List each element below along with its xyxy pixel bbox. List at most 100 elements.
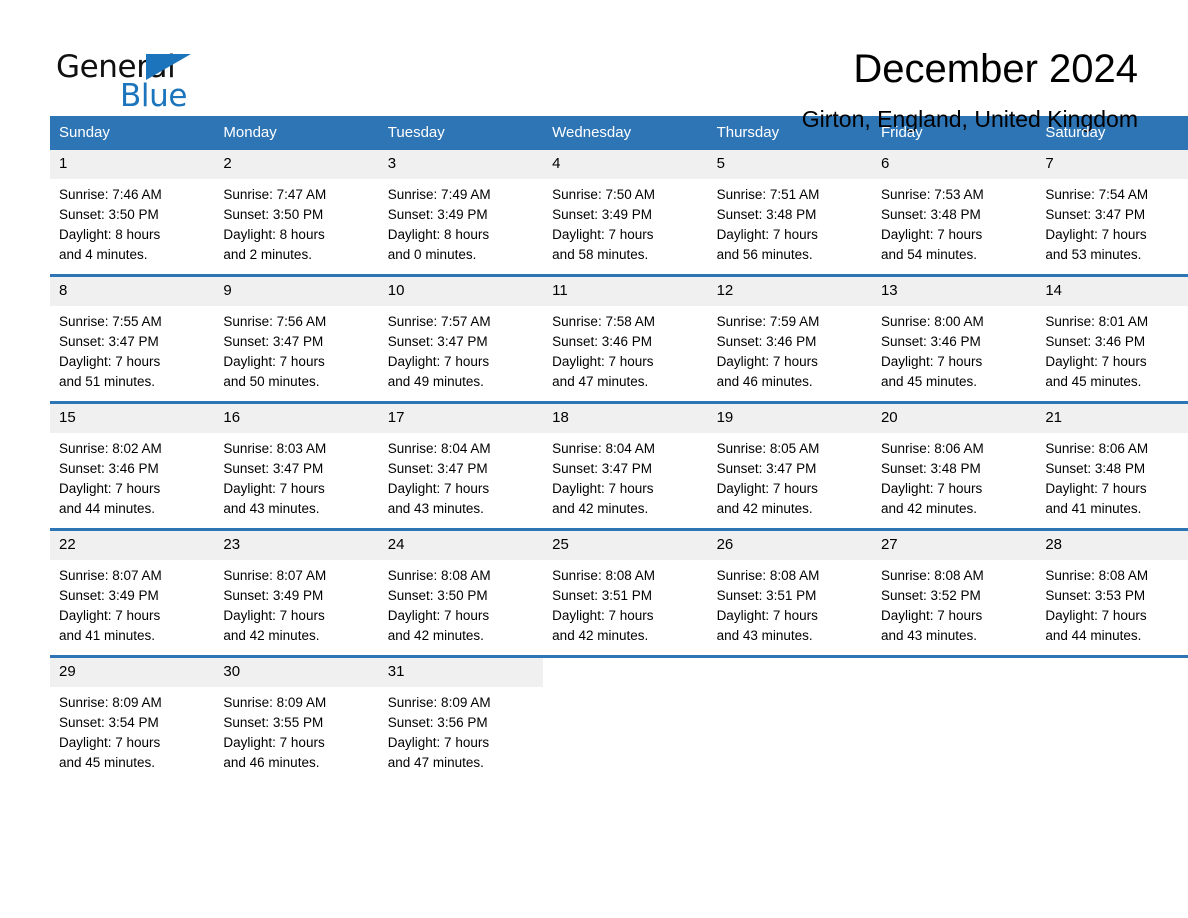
daylight-text-line1: Daylight: 7 hours — [387, 608, 490, 623]
sunrise-text: Sunrise: 7:49 AM — [387, 187, 491, 202]
sunset-text: Sunset: 3:46 PM — [880, 334, 981, 349]
calendar-day-cell[interactable]: 25 Sunrise: 8:08 AM Sunset: 3:51 PM Dayligh… — [543, 528, 708, 657]
sunset-text: Sunset: 3:49 PM — [59, 588, 159, 603]
sunset-text: Sunset: 3:54 PM — [59, 715, 159, 730]
calendar-day-cell[interactable]: 21 Sunrise: 8:06 AM Sunset: 3:48 PM Dayligh… — [1036, 401, 1188, 530]
daylight-text-line2: and 54 minutes. — [880, 247, 978, 262]
page-title: December 2024 — [853, 47, 1138, 91]
calendar-day-cell[interactable]: 14 Sunrise: 8:01 AM Sunset: 3:46 PM Dayligh… — [1036, 274, 1188, 403]
calendar-day-cell[interactable]: 5 Sunrise: 7:51 AM Sunset: 3:48 PM Daylight… — [707, 150, 872, 276]
daylight-text-line2: and 45 minutes. — [1045, 374, 1142, 389]
calendar-day-cell[interactable]: 3 Sunrise: 7:49 AM Sunset: 3:49 PM Daylight… — [378, 150, 544, 276]
daylight-text-line1: Daylight: 7 hours — [552, 354, 654, 369]
day-number: 21 — [1036, 404, 1188, 433]
daylight-text-line1: Daylight: 7 hours — [552, 608, 654, 623]
calendar-day-cell[interactable]: 28 Sunrise: 8:08 AM Sunset: 3:53 PM Dayligh… — [1036, 528, 1188, 657]
day-number: 3 — [378, 150, 544, 179]
sunset-text: Sunset: 3:55 PM — [223, 715, 324, 730]
calendar-day-cell[interactable]: 18 Sunrise: 8:04 AM Sunset: 3:47 PM Dayligh… — [543, 401, 708, 530]
calendar-day-cell[interactable]: 17 Sunrise: 8:04 AM Sunset: 3:47 PM Dayligh… — [378, 401, 544, 530]
day-info: Sunrise: 7:46 AM Sunset: 3:50 PM Daylight:… — [50, 179, 214, 265]
daylight-text-line2: and 43 minutes. — [223, 501, 320, 516]
daylight-text-line1: Daylight: 7 hours — [223, 735, 325, 750]
daylight-text-line1: Daylight: 7 hours — [880, 608, 983, 623]
day-number — [707, 658, 872, 687]
day-number: 22 — [50, 531, 215, 560]
day-info: Sunrise: 8:05 AM Sunset: 3:47 PM Daylight:… — [708, 433, 872, 519]
daylight-text-line1: Daylight: 7 hours — [716, 481, 818, 496]
day-number: 8 — [50, 277, 215, 306]
sunrise-text: Sunrise: 8:08 AM — [387, 568, 491, 583]
sunset-text: Sunset: 3:46 PM — [59, 461, 159, 476]
sunset-text: Sunset: 3:51 PM — [716, 588, 817, 603]
day-number: 9 — [214, 277, 379, 306]
calendar-day-cell[interactable]: 31 Sunrise: 8:09 AM Sunset: 3:56 PM Dayligh… — [378, 655, 544, 782]
day-number: 13 — [871, 277, 1037, 306]
daylight-text-line2: and 49 minutes. — [387, 374, 484, 389]
calendar-day-cell[interactable]: 20 Sunrise: 8:06 AM Sunset: 3:48 PM Dayligh… — [871, 401, 1037, 530]
day-info: Sunrise: 7:51 AM Sunset: 3:48 PM Daylight:… — [708, 179, 872, 265]
calendar-day-cell[interactable]: 19 Sunrise: 8:05 AM Sunset: 3:47 PM Dayligh… — [707, 401, 872, 530]
day-number: 28 — [1036, 531, 1188, 560]
calendar-day-cell[interactable]: 16 Sunrise: 8:03 AM Sunset: 3:47 PM Dayligh… — [214, 401, 379, 530]
daylight-text-line2: and 47 minutes. — [387, 755, 484, 770]
day-info: Sunrise: 8:08 AM Sunset: 3:51 PM Daylight:… — [543, 560, 707, 646]
daylight-text-line2: and 58 minutes. — [552, 247, 649, 262]
daylight-text-line1: Daylight: 7 hours — [716, 608, 818, 623]
calendar-day-cell[interactable]: 26 Sunrise: 8:08 AM Sunset: 3:51 PM Dayligh… — [707, 528, 872, 657]
day-info: Sunrise: 8:06 AM Sunset: 3:48 PM Daylight:… — [872, 433, 1036, 519]
day-info: Sunrise: 8:04 AM Sunset: 3:47 PM Daylight:… — [379, 433, 543, 519]
daylight-text-line1: Daylight: 7 hours — [223, 608, 325, 623]
calendar-day-cell[interactable]: 30 Sunrise: 8:09 AM Sunset: 3:55 PM Dayligh… — [214, 655, 379, 782]
calendar-day-cell[interactable]: 15 Sunrise: 8:02 AM Sunset: 3:46 PM Dayligh… — [50, 401, 215, 530]
day-info: Sunrise: 7:54 AM Sunset: 3:47 PM Daylight:… — [1036, 179, 1188, 265]
logo-word-blue: Blue — [120, 78, 187, 114]
calendar-day-cell[interactable]: 6 Sunrise: 7:53 AM Sunset: 3:48 PM Daylight… — [871, 150, 1037, 276]
calendar-week-row: 22 Sunrise: 8:07 AM Sunset: 3:49 PM Dayligh… — [50, 528, 1188, 657]
sunrise-text: Sunrise: 8:04 AM — [387, 441, 491, 456]
daylight-text-line2: and 50 minutes. — [223, 374, 320, 389]
daylight-text-line2: and 42 minutes. — [716, 501, 813, 516]
day-info: Sunrise: 8:06 AM Sunset: 3:48 PM Daylight:… — [1036, 433, 1188, 519]
day-number: 19 — [707, 404, 872, 433]
calendar-day-cell[interactable]: 2 Sunrise: 7:47 AM Sunset: 3:50 PM Daylight… — [214, 150, 379, 276]
title-block: December 2024 Girton, England, United Ki… — [802, 46, 1138, 132]
calendar-day-cell[interactable]: 4 Sunrise: 7:50 AM Sunset: 3:49 PM Daylight… — [543, 150, 708, 276]
daylight-text-line1: Daylight: 8 hours — [223, 227, 325, 242]
calendar-day-cell[interactable]: 10 Sunrise: 7:57 AM Sunset: 3:47 PM Dayligh… — [378, 274, 544, 403]
generalblue-logo[interactable]: General Blue — [50, 46, 210, 116]
daylight-text-line2: and 43 minutes. — [716, 628, 813, 643]
day-number — [543, 658, 708, 687]
calendar-day-cell[interactable]: 13 Sunrise: 8:00 AM Sunset: 3:46 PM Dayligh… — [871, 274, 1037, 403]
sunrise-text: Sunrise: 8:00 AM — [880, 314, 984, 329]
calendar-day-cell[interactable]: 29 Sunrise: 8:09 AM Sunset: 3:54 PM Dayligh… — [50, 655, 215, 782]
calendar-day-cell[interactable]: 7 Sunrise: 7:54 AM Sunset: 3:47 PM Daylight… — [1036, 150, 1188, 276]
calendar-day-cell[interactable]: 24 Sunrise: 8:08 AM Sunset: 3:50 PM Dayligh… — [378, 528, 544, 657]
day-number — [1036, 658, 1188, 687]
day-info: Sunrise: 8:09 AM Sunset: 3:54 PM Daylight:… — [50, 687, 214, 773]
calendar-week-row: 1 Sunrise: 7:46 AM Sunset: 3:50 PM Daylight… — [50, 150, 1188, 276]
calendar-day-cell[interactable]: 1 Sunrise: 7:46 AM Sunset: 3:50 PM Daylight… — [50, 150, 215, 276]
calendar-day-cell[interactable]: 9 Sunrise: 7:56 AM Sunset: 3:47 PM Daylight… — [214, 274, 379, 403]
sunset-text: Sunset: 3:47 PM — [223, 334, 324, 349]
daylight-text-line2: and 46 minutes. — [223, 755, 320, 770]
sunrise-text: Sunrise: 8:07 AM — [59, 568, 162, 583]
calendar-day-cell[interactable]: 12 Sunrise: 7:59 AM Sunset: 3:46 PM Dayligh… — [707, 274, 872, 403]
sunrise-text: Sunrise: 8:09 AM — [59, 695, 162, 710]
calendar-day-cell[interactable]: 8 Sunrise: 7:55 AM Sunset: 3:47 PM Daylight… — [50, 274, 215, 403]
day-info: Sunrise: 7:55 AM Sunset: 3:47 PM Daylight:… — [50, 306, 214, 392]
calendar-day-cell[interactable]: 11 Sunrise: 7:58 AM Sunset: 3:46 PM Dayligh… — [543, 274, 708, 403]
calendar-cell-empty — [871, 655, 1037, 782]
daylight-text-line2: and 53 minutes. — [1045, 247, 1142, 262]
calendar-day-cell[interactable]: 22 Sunrise: 8:07 AM Sunset: 3:49 PM Dayligh… — [50, 528, 215, 657]
daylight-text-line2: and 2 minutes. — [223, 247, 312, 262]
sunrise-text: Sunrise: 8:09 AM — [223, 695, 327, 710]
daylight-text-line1: Daylight: 7 hours — [223, 481, 325, 496]
calendar-week-row: 15 Sunrise: 8:02 AM Sunset: 3:46 PM Dayligh… — [50, 401, 1188, 530]
sunset-text: Sunset: 3:51 PM — [552, 588, 652, 603]
sunrise-text: Sunrise: 8:03 AM — [223, 441, 327, 456]
calendar-day-cell[interactable]: 23 Sunrise: 8:07 AM Sunset: 3:49 PM Dayligh… — [214, 528, 379, 657]
day-number: 30 — [214, 658, 379, 687]
sunrise-text: Sunrise: 8:02 AM — [59, 441, 162, 456]
calendar-day-cell[interactable]: 27 Sunrise: 8:08 AM Sunset: 3:52 PM Dayligh… — [871, 528, 1037, 657]
